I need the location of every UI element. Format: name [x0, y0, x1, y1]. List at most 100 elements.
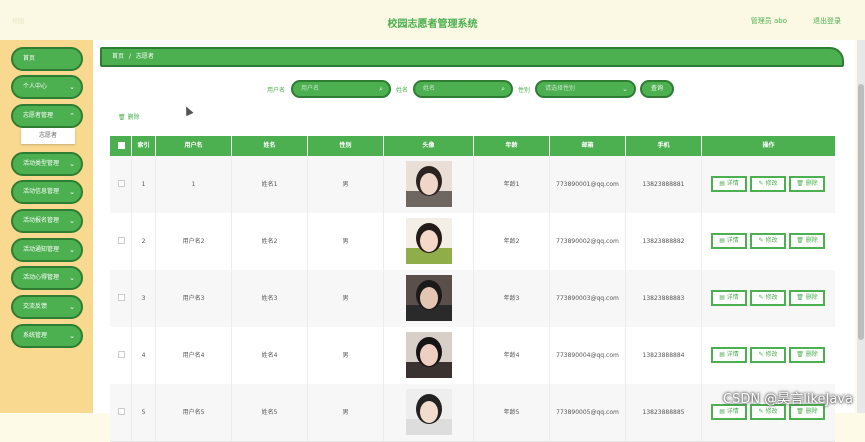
age-cell: 年龄1 [474, 156, 550, 213]
detail-button[interactable]: ▤ 详情 [711, 290, 747, 306]
gender-placeholder: 请选择性别 [545, 85, 576, 92]
detail-button-label: 详情 [726, 408, 739, 415]
row-checkbox[interactable] [118, 237, 125, 244]
sidebar-item-activity-signup[interactable]: 活动报名管理 ⌄ [11, 209, 83, 233]
sidebar-item-home[interactable]: 首页 [11, 47, 83, 71]
row-checkbox[interactable] [118, 351, 125, 358]
detail-button-label: 详情 [726, 180, 739, 187]
detail-button[interactable]: ▤ 详情 [711, 347, 747, 363]
trash-icon: 🗑 [796, 351, 806, 358]
gender-cell: 男 [308, 213, 384, 270]
chevron-down-icon: ⌄ [69, 274, 75, 282]
email-cell: 773890002@qq.com [550, 213, 626, 270]
edit-button[interactable]: ✎ 修改 [750, 290, 786, 306]
username-cell: 用户名3 [156, 270, 232, 327]
scrollbar-thumb[interactable] [858, 84, 864, 340]
phone-cell: 13823888883 [626, 270, 702, 327]
row-delete-button-label: 删除 [805, 294, 818, 301]
row-delete-button[interactable]: 🗑 删除 [789, 347, 825, 363]
name-placeholder: 姓名 [423, 85, 436, 92]
name-label: 姓名 [396, 87, 409, 94]
username-cell: 用户名2 [156, 213, 232, 270]
row-delete-button-label: 删除 [805, 180, 818, 187]
row-select-cell [110, 327, 132, 384]
edit-button-label: 修改 [765, 351, 778, 358]
trash-icon: 🗑 [796, 237, 806, 244]
age-cell: 年龄4 [474, 327, 550, 384]
avatar [406, 275, 452, 321]
batch-delete-button[interactable]: 🗑 删除 [118, 112, 140, 121]
avatar-cell [384, 270, 474, 327]
index-cell: 3 [132, 270, 156, 327]
row-delete-button[interactable]: 🗑 删除 [789, 176, 825, 192]
phone-cell: 13823888884 [626, 327, 702, 384]
select-all-cell [110, 136, 132, 156]
sidebar-item-label: 活动类型管理 [23, 160, 60, 167]
avatar-cell [384, 156, 474, 213]
gender-select[interactable]: 请选择性别 ⌄ [535, 80, 636, 98]
top-bar: 校园 校园志愿者管理系统 管理员 abo 退出登录 [0, 0, 865, 40]
name-input[interactable]: 姓名 ⌕ [413, 80, 513, 98]
trash-icon: 🗑 [796, 294, 806, 301]
detail-button-label: 详情 [726, 351, 739, 358]
row-checkbox[interactable] [118, 294, 125, 301]
gender-cell: 男 [308, 270, 384, 327]
search-button[interactable]: 查询 [640, 80, 674, 98]
row-delete-button[interactable]: 🗑 删除 [789, 233, 825, 249]
sidebar-item-volunteer-management[interactable]: 志愿者管理 ⌃ [11, 104, 83, 128]
search-icon: ⌕ [501, 85, 505, 93]
edit-button-label: 修改 [765, 294, 778, 301]
detail-button[interactable]: ▤ 详情 [711, 176, 747, 192]
detail-button[interactable]: ▤ 详情 [711, 233, 747, 249]
chevron-down-icon: ⌄ [69, 246, 75, 254]
row-checkbox[interactable] [118, 180, 125, 187]
logout-link[interactable]: 退出登录 [813, 16, 841, 26]
edit-button[interactable]: ✎ 修改 [750, 347, 786, 363]
row-delete-button[interactable]: 🗑 删除 [789, 290, 825, 306]
breadcrumb-separator: / [128, 53, 131, 60]
edit-button-label: 修改 [765, 180, 778, 187]
breadcrumb-home[interactable]: 首页 [112, 53, 124, 60]
username-input[interactable]: 用户名 ⌕ [291, 80, 391, 98]
sidebar-item-activity-notice[interactable]: 活动通知管理 ⌄ [11, 238, 83, 262]
sidebar-item-personal-center[interactable]: 个人中心 ⌄ [11, 75, 83, 99]
sidebar-item-activity-reflection[interactable]: 活动心得管理 ⌄ [11, 266, 83, 290]
gender-label: 性别 [518, 87, 531, 94]
sidebar-item-feedback[interactable]: 交流反馈 ⌄ [11, 295, 83, 319]
sidebar-item-activity-info[interactable]: 活动信息管理 ⌄ [11, 180, 83, 204]
sidebar-item-system-management[interactable]: 系统管理 ⌄ [11, 324, 83, 348]
sidebar-subitem-volunteer[interactable]: 志愿者 [21, 128, 75, 144]
row-delete-button-label: 删除 [805, 351, 818, 358]
document-icon: ▤ [719, 237, 727, 244]
scrollbar[interactable] [857, 40, 865, 413]
document-icon: ▤ [719, 351, 727, 358]
email-cell: 773890003@qq.com [550, 270, 626, 327]
avatar [406, 218, 452, 264]
edit-button[interactable]: ✎ 修改 [750, 233, 786, 249]
row-select-cell [110, 270, 132, 327]
row-delete-button-label: 删除 [805, 237, 818, 244]
table-row: 1 1 姓名1 男年龄1 773890001@qq.com 13823888881 ▤ 详情… [110, 156, 835, 214]
document-icon: ▤ [719, 294, 727, 301]
edit-button-label: 修改 [765, 408, 778, 415]
document-icon: ▤ [719, 408, 727, 415]
username-placeholder: 用户名 [301, 85, 320, 92]
phone-cell: 13823888882 [626, 213, 702, 270]
chevron-down-icon: ⌄ [69, 188, 75, 196]
sidebar-item-label: 活动通知管理 [23, 246, 60, 253]
sidebar-item-activity-type[interactable]: 活动类型管理 ⌄ [11, 152, 83, 176]
avatar [406, 389, 452, 435]
select-all-checkbox[interactable] [118, 142, 125, 149]
email-cell: 773890001@qq.com [550, 156, 626, 213]
column-header: 操作 [762, 142, 775, 149]
chevron-down-icon: ⌄ [622, 85, 628, 93]
table-header: 索引 用户名 姓名 性别 头像 年龄 邮箱 手机 操作 [110, 136, 835, 156]
actions-cell: ▤ 详情 ✎ 修改 🗑 删除 [702, 213, 835, 270]
row-checkbox[interactable] [118, 408, 125, 415]
chevron-down-icon: ⌄ [69, 332, 75, 340]
sidebar-item-label: 志愿者管理 [23, 112, 54, 119]
avatar-cell [384, 213, 474, 270]
edit-button[interactable]: ✎ 修改 [750, 176, 786, 192]
row-select-cell [110, 213, 132, 270]
username-cell: 1 [156, 156, 232, 213]
